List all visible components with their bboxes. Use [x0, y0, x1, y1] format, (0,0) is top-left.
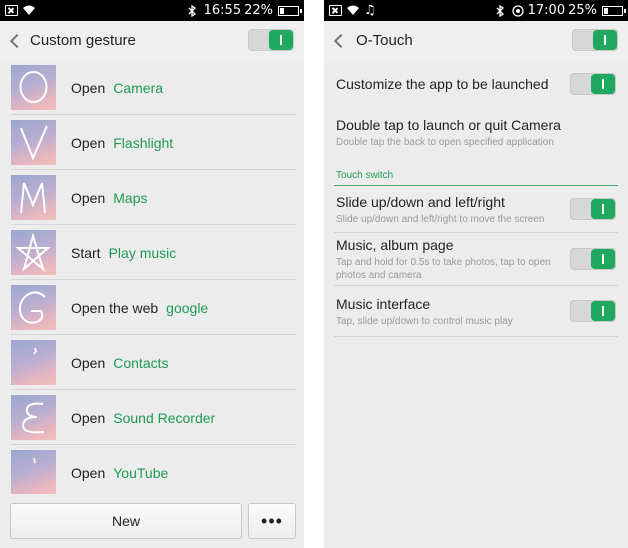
setting-subtitle: Slide up/down and left/right to move the…: [336, 213, 545, 225]
setting-customize-app[interactable]: Customize the app to be launched: [324, 60, 628, 108]
gesture-target: google: [166, 299, 209, 316]
status-bar: ♫ 17:00 25%: [324, 0, 628, 21]
battery-percent: 22%: [244, 3, 273, 18]
o-touch-screen: ♫ 17:00 25% O-Touch Customize the app to…: [324, 0, 628, 548]
toggle-knob: [591, 74, 615, 94]
music-note-icon: ♫: [364, 3, 376, 18]
setting-subtitle: Double tap the back to open specified ap…: [336, 136, 554, 148]
gesture-row-google[interactable]: Open the web google: [0, 280, 304, 335]
gesture-row-contacts[interactable]: Open Contacts: [0, 335, 304, 390]
gesture-target: Contacts: [113, 354, 169, 371]
music-interface-toggle[interactable]: [570, 300, 616, 322]
setting-title: Music interface: [336, 295, 431, 312]
notification-icon: [329, 5, 342, 16]
setting-title: Customize the app to be launched: [336, 76, 549, 92]
setting-title: Slide up/down and left/right: [336, 193, 505, 210]
more-options-button[interactable]: •••: [248, 503, 296, 539]
gesture-target: Maps: [113, 189, 148, 206]
toggle-knob: [593, 30, 617, 50]
gesture-target: Play music: [108, 244, 177, 261]
bottom-bar: New •••: [0, 494, 304, 548]
row-divider: [334, 336, 618, 337]
header: Custom gesture: [0, 21, 304, 60]
toggle-knob: [591, 301, 615, 321]
slide-toggle[interactable]: [570, 198, 616, 220]
back-arrow-icon[interactable]: [333, 33, 349, 48]
gesture-target: Flashlight: [113, 134, 174, 151]
gesture-action: Open the web: [71, 299, 159, 316]
page-title: O-Touch: [356, 32, 413, 49]
gesture-star-icon: [11, 230, 56, 275]
gesture-comma-icon: [11, 340, 56, 385]
battery-icon: [602, 5, 626, 16]
setting-music-interface[interactable]: Music interface Tap, slide up/down to co…: [324, 286, 628, 336]
battery-icon: [278, 5, 302, 16]
gesture-row-play-music[interactable]: Start Play music: [0, 225, 304, 280]
setting-slide[interactable]: Slide up/down and left/right Slide up/do…: [324, 186, 628, 232]
wifi-icon: [22, 5, 36, 16]
page-title: Custom gesture: [30, 32, 136, 49]
toggle-knob: [591, 249, 615, 269]
gesture-target: Camera: [113, 79, 164, 96]
gesture-target: Sound Recorder: [113, 409, 216, 426]
gesture-action: Open: [71, 79, 106, 96]
setting-title: Double tap to launch or quit Camera: [336, 116, 561, 133]
gesture-list: Open Camera Open Flashlight Open Maps St…: [0, 60, 304, 494]
gesture-row-camera[interactable]: Open Camera: [0, 60, 304, 115]
gesture-e-icon: [11, 395, 56, 440]
gesture-tick-icon: [11, 450, 56, 494]
gesture-target: YouTube: [113, 464, 169, 481]
music-album-toggle[interactable]: [570, 248, 616, 270]
gesture-row-youtube[interactable]: Open YouTube: [0, 445, 304, 494]
customize-app-toggle[interactable]: [570, 73, 616, 95]
status-time: 16:55: [203, 3, 242, 18]
status-time: 17:00: [527, 3, 566, 18]
gesture-row-sound-recorder[interactable]: Open Sound Recorder: [0, 390, 304, 445]
section-label-touch-switch: Touch switch: [336, 170, 394, 181]
gesture-o-icon: [11, 65, 56, 110]
new-gesture-button[interactable]: New: [10, 503, 242, 539]
settings-list: Customize the app to be launched Double …: [324, 60, 628, 337]
setting-subtitle: Tap and hold for 0.5s to take photos, ta…: [336, 257, 551, 281]
gesture-action: Open: [71, 189, 106, 206]
alarm-icon: [511, 5, 525, 17]
custom-gesture-toggle[interactable]: [248, 29, 294, 51]
gesture-action: Open: [71, 464, 106, 481]
back-arrow-icon[interactable]: [9, 33, 25, 48]
header: O-Touch: [324, 21, 628, 60]
gesture-v-icon: [11, 120, 56, 165]
gesture-g-icon: [11, 285, 56, 330]
bluetooth-icon: [188, 5, 201, 17]
gesture-action: Open: [71, 354, 106, 371]
custom-gesture-screen: 16:55 22% Custom gesture Open Camera Ope…: [0, 0, 304, 548]
setting-music-album[interactable]: Music, album page Tap and hold for 0.5s …: [324, 233, 628, 285]
status-bar: 16:55 22%: [0, 0, 304, 21]
toggle-knob: [269, 30, 293, 50]
gesture-action: Open: [71, 134, 106, 151]
notification-icon: [5, 5, 18, 16]
toggle-knob: [591, 199, 615, 219]
gesture-row-flashlight[interactable]: Open Flashlight: [0, 115, 304, 170]
gesture-m-icon: [11, 175, 56, 220]
wifi-icon: [346, 5, 360, 16]
gesture-action: Start: [71, 244, 101, 261]
setting-title: Music, album page: [336, 237, 454, 253]
gesture-action: Open: [71, 409, 106, 426]
setting-double-tap-camera[interactable]: Double tap to launch or quit Camera Doub…: [324, 108, 628, 156]
bluetooth-icon: [496, 5, 509, 17]
battery-percent: 25%: [568, 3, 597, 18]
setting-subtitle: Tap, slide up/down to control music play: [336, 315, 513, 327]
gesture-row-maps[interactable]: Open Maps: [0, 170, 304, 225]
o-touch-toggle[interactable]: [572, 29, 618, 51]
